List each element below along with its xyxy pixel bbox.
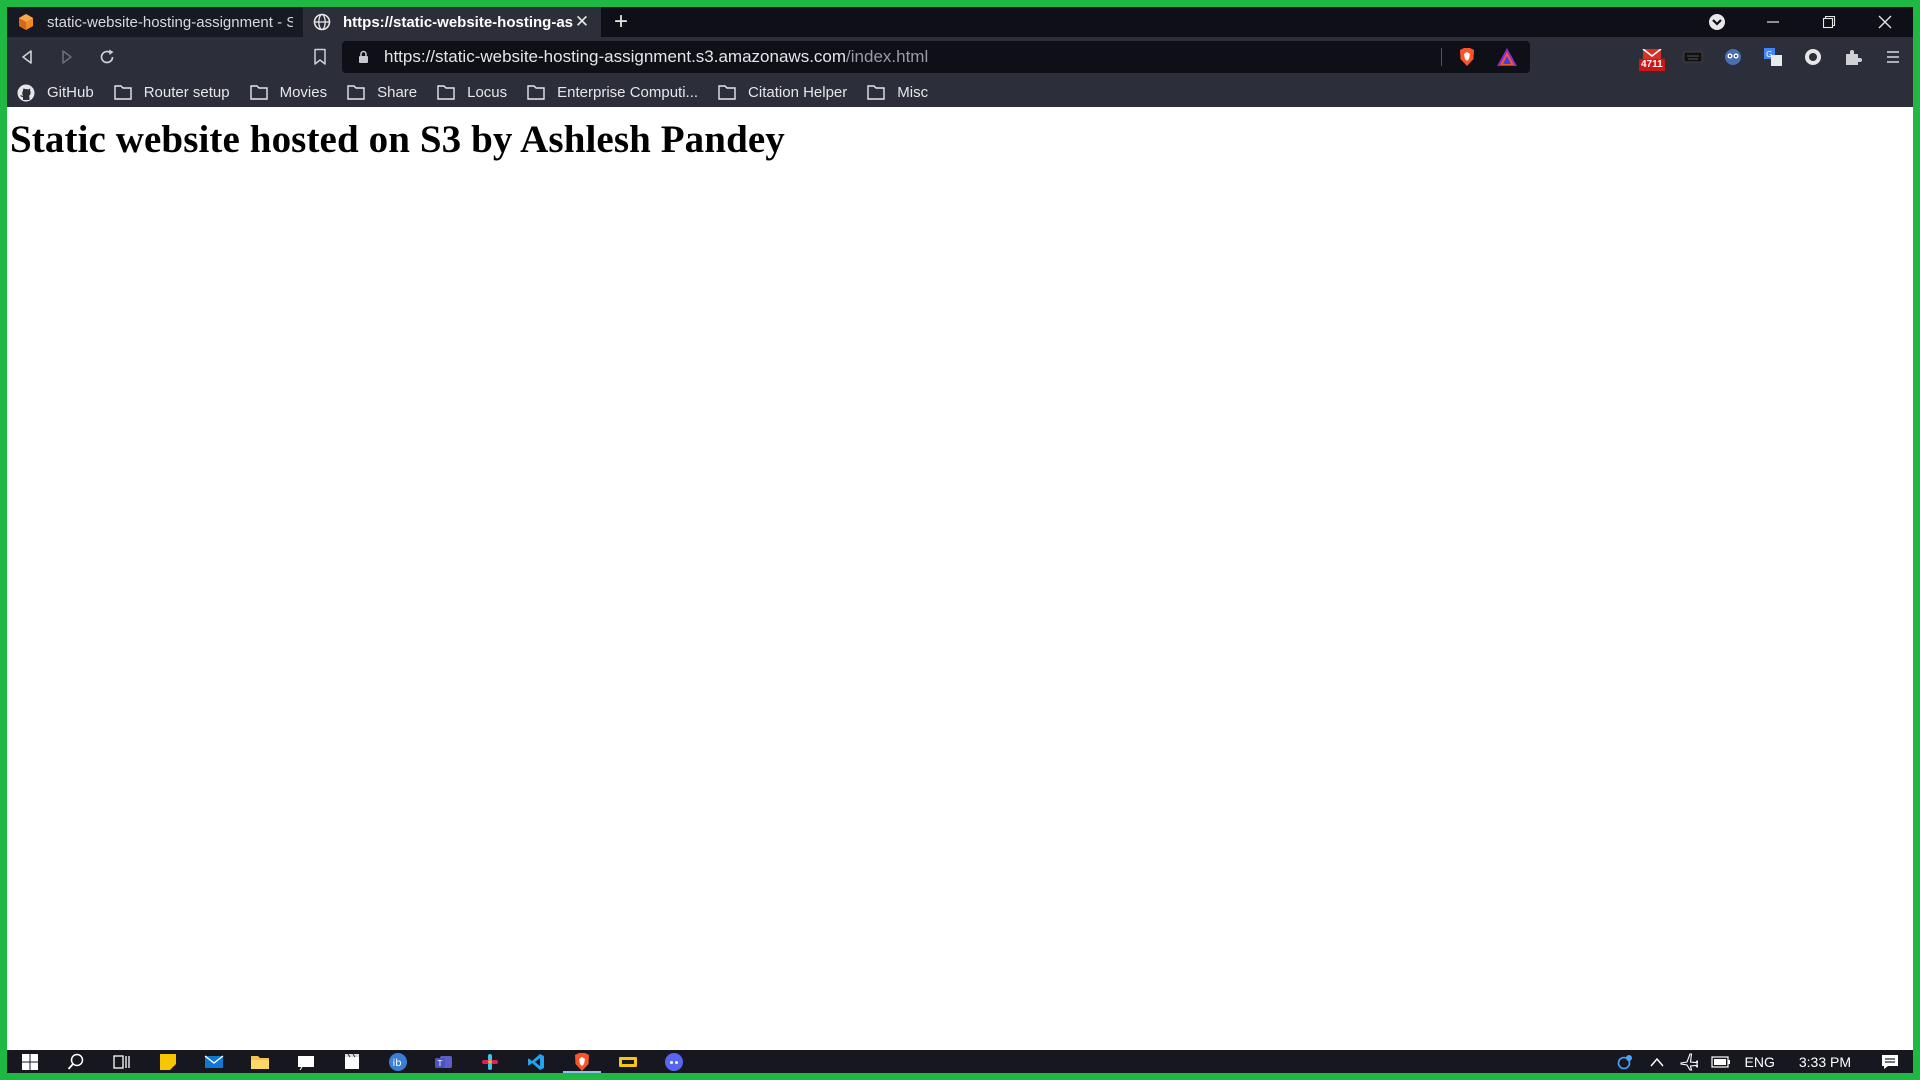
forward-button[interactable]	[47, 37, 87, 77]
tab-search-icon[interactable]	[1689, 7, 1745, 37]
file-explorer-icon[interactable]	[237, 1050, 283, 1073]
tab-title: https://static-website-hosting-ass	[343, 13, 573, 31]
notifications-icon[interactable]	[1867, 1054, 1913, 1070]
close-window-button[interactable]	[1857, 7, 1913, 37]
system-tray: ENG 3:33 PM	[1609, 1050, 1913, 1073]
whiteboard-icon[interactable]	[283, 1050, 329, 1073]
aws-cube-icon	[17, 13, 35, 31]
bookmark-folder-share[interactable]: Share	[347, 84, 417, 101]
bookmark-page-icon[interactable]	[300, 37, 340, 77]
ib-app-icon[interactable]: ib	[375, 1050, 421, 1073]
clock[interactable]: 3:33 PM	[1783, 1054, 1867, 1070]
sync-status-icon[interactable]	[1609, 1054, 1641, 1070]
restore-button[interactable]	[1801, 7, 1857, 37]
minimize-button[interactable]	[1745, 7, 1801, 37]
tab-title: static-website-hosting-assignment - S	[47, 13, 293, 31]
folder-icon	[867, 84, 885, 100]
mail-icon[interactable]	[191, 1050, 237, 1073]
page-content: Static website hosted on S3 by Ashlesh P…	[7, 107, 1913, 1050]
task-view-icon[interactable]	[99, 1050, 145, 1073]
folder-icon	[347, 84, 365, 100]
bookmark-label: Locus	[467, 83, 508, 101]
new-tab-button[interactable]: +	[601, 7, 641, 37]
bookmark-label: GitHub	[47, 83, 94, 101]
folder-icon	[718, 84, 736, 100]
video-editor-icon[interactable]	[329, 1050, 375, 1073]
bookmark-folder-router-setup[interactable]: Router setup	[113, 83, 230, 101]
windows-taskbar: ib T ENG 3:33 PM	[7, 1050, 1913, 1073]
divider	[1441, 48, 1442, 66]
browser-window: static-website-hosting-assignment - S ht…	[7, 7, 1913, 1073]
bookmarks-bar: GitHub Router setup Movies Share Locus E…	[7, 77, 1913, 107]
close-tab-icon[interactable]: ✕	[573, 12, 591, 32]
account-extension-icon[interactable]	[1793, 37, 1833, 77]
bookmark-folder-locus[interactable]: Locus	[437, 84, 507, 101]
gmail-unread-badge: 4711	[1639, 59, 1665, 71]
bookmark-folder-misc[interactable]: Misc	[867, 84, 928, 101]
lock-icon[interactable]	[342, 50, 384, 64]
gmail-checker-icon[interactable]: 4711	[1633, 37, 1673, 77]
window-controls	[1689, 7, 1913, 37]
slack-icon[interactable]	[467, 1050, 513, 1073]
svg-text:ib: ib	[393, 1058, 402, 1069]
vscode-icon[interactable]	[513, 1050, 559, 1073]
bookmark-label: Router setup	[143, 83, 230, 101]
url-host: https://static-website-hosting-assignmen…	[384, 47, 847, 66]
bookmark-label: Citation Helper	[748, 83, 848, 101]
airplane-mode-icon[interactable]	[1673, 1052, 1705, 1071]
brave-rewards-icon[interactable]	[1496, 47, 1518, 67]
search-icon[interactable]	[53, 1050, 99, 1073]
svg-text:G: G	[1766, 50, 1772, 59]
tab-strip: static-website-hosting-assignment - S ht…	[7, 7, 1913, 37]
bookmark-folder-enterprise-computing[interactable]: Enterprise Computi...	[527, 84, 698, 101]
taskbar-apps: ib T	[7, 1050, 697, 1073]
bookmark-github[interactable]: GitHub	[17, 83, 94, 102]
bookmark-folder-movies[interactable]: Movies	[249, 83, 328, 101]
page-heading: Static website hosted on S3 by Ashlesh P…	[10, 118, 785, 161]
back-button[interactable]	[7, 37, 47, 77]
url-path: /index.html	[846, 47, 929, 66]
show-hidden-icons-chevron-icon[interactable]	[1641, 1057, 1673, 1067]
toolbar: https://static-website-hosting-assignmen…	[7, 37, 1913, 77]
ticket-app-icon[interactable]	[605, 1050, 651, 1073]
discord-icon[interactable]	[651, 1050, 697, 1073]
svg-text:T: T	[437, 1059, 443, 1068]
bookmark-label: Share	[377, 83, 418, 101]
folder-icon	[113, 84, 132, 100]
teams-icon[interactable]: T	[421, 1050, 467, 1073]
input-language[interactable]: ENG	[1737, 1054, 1783, 1070]
globe-icon	[313, 13, 331, 31]
sticky-notes-icon[interactable]	[145, 1050, 191, 1073]
tab-index-html[interactable]: https://static-website-hosting-ass ✕	[303, 7, 601, 37]
bookmark-folder-citation-helper[interactable]: Citation Helper	[718, 84, 847, 101]
bookmark-label: Movies	[279, 83, 328, 101]
translate-icon[interactable]: G	[1753, 37, 1793, 77]
folder-icon	[249, 84, 268, 100]
owl-extension-icon[interactable]	[1713, 37, 1753, 77]
menu-icon[interactable]	[1873, 37, 1913, 77]
windows-start-icon[interactable]	[7, 1050, 53, 1073]
address-bar[interactable]: https://static-website-hosting-assignmen…	[342, 41, 1530, 73]
brave-shields-icon[interactable]	[1456, 46, 1478, 68]
reload-button[interactable]	[87, 37, 127, 77]
bookmark-label: Enterprise Computi...	[557, 83, 699, 101]
folder-icon	[527, 84, 545, 100]
folder-icon	[437, 84, 455, 100]
tab-s3-console[interactable]: static-website-hosting-assignment - S	[7, 7, 303, 37]
bookmark-label: Misc	[897, 83, 929, 101]
github-icon	[17, 84, 35, 102]
battery-icon[interactable]	[1705, 1055, 1737, 1068]
extensions-puzzle-icon[interactable]	[1833, 37, 1873, 77]
keyboard-extension-icon[interactable]	[1673, 37, 1713, 77]
extensions-area: 4711 G	[1633, 37, 1913, 77]
brave-browser-icon[interactable]	[559, 1050, 605, 1073]
